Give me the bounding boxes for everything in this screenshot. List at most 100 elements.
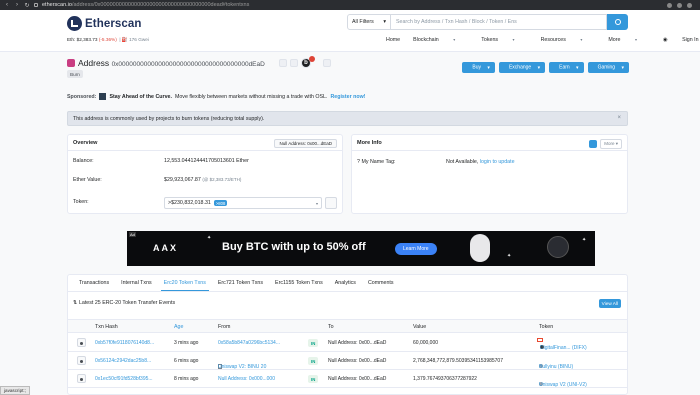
close-icon[interactable]: ×: [617, 115, 621, 121]
txn-hash-link[interactable]: 0x56124c2942dac25b8...: [95, 358, 151, 364]
overview-card: Overview Null Address: 0x00...dEaD Balan…: [67, 134, 343, 214]
tab-internal-txns[interactable]: Internal Txns: [115, 275, 158, 291]
view-all-button[interactable]: View All: [598, 299, 621, 308]
eye-icon[interactable]: [77, 356, 86, 365]
nav-home[interactable]: Home: [386, 37, 400, 49]
name-tag-row: ? My Name Tag: Not Available, login to u…: [357, 159, 515, 165]
null-address-tag[interactable]: Null Address: 0x00...dEaD: [274, 139, 337, 148]
nav-more[interactable]: More ▾: [608, 37, 650, 49]
tab-transactions[interactable]: Transactions: [73, 275, 115, 291]
sponsor-logo-icon: [99, 93, 107, 100]
status-bar-tooltip: javascript:;: [0, 386, 30, 395]
user-icon: ◉: [662, 37, 668, 43]
forward-arrow-icon[interactable]: ›: [14, 2, 20, 8]
eye-icon[interactable]: [77, 338, 86, 347]
token-row: Token:: [73, 199, 89, 205]
buy-button[interactable]: Buy ▾: [462, 62, 495, 73]
table-header: Txn Hash Age From To Value Token: [68, 319, 627, 333]
token-holdings-dropdown[interactable]: >$230,832,018.31 >808 ▾: [164, 197, 322, 209]
reload-icon[interactable]: ↻: [24, 2, 30, 9]
latest-events-label: ⇅ Latest 25 ERC-20 Token Transfer Events: [73, 300, 176, 306]
burn-tag-badge[interactable]: Burn: [67, 70, 83, 78]
wallet-icon[interactable]: [325, 197, 337, 209]
gas-icon: ⛽: [121, 37, 128, 42]
nav-resources[interactable]: Resources ▾: [541, 37, 596, 49]
site-header: Etherscan Eth: $2,383.73 (-5.36%) | ⛽ 17…: [0, 10, 700, 52]
table-row: 0x56124c2942dac25b8... 6 mins ago Uniswa…: [68, 352, 627, 370]
extensions-area: [667, 2, 692, 8]
tab-erc721-token-txns[interactable]: Erc721 Token Txns: [212, 275, 269, 291]
earn-button[interactable]: Earn ▾: [549, 62, 584, 73]
balance-row: Balance: 12,553.044124441705013601 Ether: [73, 158, 249, 164]
ether-value-row: Ether Value: $29,923,067.87 (@ $2,383.73…: [73, 177, 242, 183]
nav-sign-in[interactable]: ◉ Sign In: [663, 37, 700, 49]
tab-erc1155-token-txns[interactable]: Erc1155 Token Txns: [269, 275, 329, 291]
ether-value: $29,923,067.87 (@ $2,383.73/ETH): [164, 177, 242, 183]
notification-badge-icon: [309, 56, 315, 62]
address-bar[interactable]: etherscan.io/address/0x00000000000000000…: [42, 2, 663, 8]
copy-icon[interactable]: [279, 59, 287, 67]
balance-value: 12,553.044124441705013601 Ether: [164, 158, 249, 164]
login-link[interactable]: login to update: [480, 159, 515, 165]
chevron-down-icon: ▾: [315, 200, 318, 206]
txn-hash-link[interactable]: 0x1ec50cf91fd528bf395...: [95, 376, 153, 382]
token-count-badge: >808: [213, 200, 228, 206]
sort-icon: ⇅: [73, 300, 78, 306]
direction-badge: IN: [308, 375, 319, 383]
back-arrow-icon[interactable]: ‹: [4, 2, 10, 8]
nav-blockchain[interactable]: Blockchain ▾: [413, 37, 468, 49]
direction-badge: IN: [308, 339, 319, 347]
exchange-button[interactable]: Exchange ▾: [498, 62, 546, 73]
learn-more-button[interactable]: Learn More: [395, 243, 437, 255]
gaming-button[interactable]: Gaming ▾: [587, 62, 629, 73]
eye-icon[interactable]: [77, 374, 86, 383]
sponsored-register-link[interactable]: Register now!: [330, 94, 365, 100]
more-dropdown[interactable]: More ▾: [600, 139, 622, 149]
chat-icon[interactable]: [323, 59, 331, 67]
address-header: Address 0x000000000000000000000000000000…: [67, 56, 629, 81]
table-row: 0xb57f0fe9118076140d8... 3 mins ago 0x58…: [68, 334, 627, 352]
more-info-card: More Info More ▾ ? My Name Tag: Not Avai…: [351, 134, 628, 214]
page-title: Address 0x000000000000000000000000000000…: [78, 58, 265, 68]
favorite-icon[interactable]: [589, 140, 598, 148]
address-tools: b: [279, 56, 331, 68]
from-address-link[interactable]: 0x58a5b847a0296bc5134...: [218, 340, 280, 346]
overview-header: Overview Null Address: 0x00...dEaD: [68, 135, 342, 151]
action-buttons: Buy ▾ Exchange ▾ Earn ▾ Gaming ▾: [462, 62, 629, 73]
lock-icon: [34, 3, 38, 7]
chevron-down-icon: ▾: [383, 19, 386, 25]
search-input[interactable]: Search by Address / Txn Hash / Block / T…: [391, 14, 607, 30]
table-row: 0x1ec50cf91fd528bf395... 8 mins ago Null…: [68, 370, 627, 388]
burn-notice: This address is commonly used by project…: [67, 111, 628, 126]
sponsored-line: Sponsored: Stay Ahead of the Curve. Move…: [67, 93, 366, 100]
token-link[interactable]: DigitalFinan... (DIFX): [537, 338, 587, 351]
ad-banner[interactable]: Ad AAX Buy BTC with up to 50% off Learn …: [127, 231, 595, 266]
address-avatar-icon: [67, 59, 75, 67]
tab-analytics[interactable]: Analytics: [329, 275, 362, 291]
filter-select[interactable]: All Filters ▾: [347, 14, 391, 30]
age-column-toggle[interactable]: Age: [174, 324, 183, 330]
extension-icon[interactable]: [667, 2, 672, 8]
extension-icon[interactable]: [677, 2, 682, 8]
from-address-link[interactable]: Null Address: 0x000...000: [218, 376, 275, 382]
profile-icon[interactable]: [687, 2, 692, 8]
etherscan-logo[interactable]: Etherscan: [67, 16, 142, 31]
txn-hash-link[interactable]: 0xb57f0fe9118076140d8...: [95, 340, 154, 346]
qr-code-icon[interactable]: [290, 59, 298, 67]
star-icon: ✦: [582, 237, 587, 243]
transactions-card: Transactions Internal Txns Erc20 Token T…: [67, 274, 628, 395]
aax-logo: AAX: [153, 243, 179, 253]
search-button[interactable]: [607, 14, 628, 30]
tab-comments[interactable]: Comments: [362, 275, 400, 291]
etherscan-logo-icon: [67, 16, 82, 31]
star-icon: ✦: [507, 253, 512, 259]
browser-toolbar: ‹ › ↻ etherscan.io/address/0x00000000000…: [0, 0, 700, 10]
nav-tokens[interactable]: Tokens ▾: [481, 37, 527, 49]
eth-price: Eth: $2,383.73 (-5.36%) | ⛽ 176 Gwei: [67, 37, 149, 42]
main-nav: Home Blockchain ▾ Tokens ▾ Resources ▾ M…: [386, 37, 700, 49]
help-icon: ?: [357, 159, 360, 165]
star-icon: ✦: [207, 235, 212, 241]
tab-bar: Transactions Internal Txns Erc20 Token T…: [68, 275, 627, 292]
direction-badge: IN: [308, 357, 319, 365]
tab-erc20-token-txns[interactable]: Erc20 Token Txns: [158, 275, 212, 291]
